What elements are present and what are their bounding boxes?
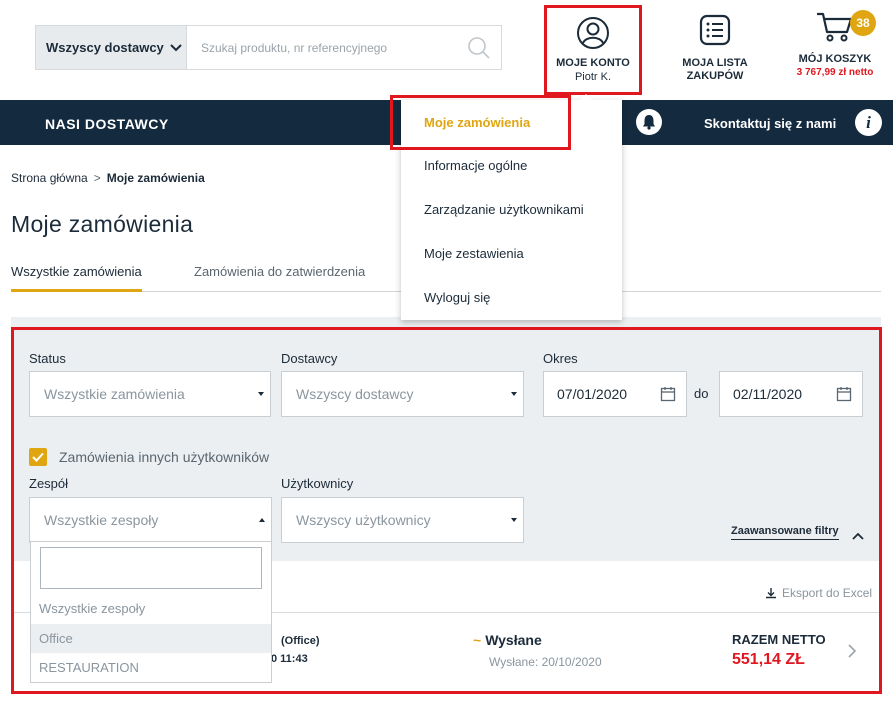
shopping-list-label-2: ZAKUPÓW <box>686 70 744 82</box>
team-option-all[interactable]: Wszystkie zespoły <box>31 594 271 623</box>
menu-item-logout[interactable]: Wyloguj się <box>424 290 490 305</box>
calendar-icon[interactable] <box>836 386 852 405</box>
supplier-select[interactable]: Wszyscy dostawcy <box>35 25 187 70</box>
status-wave-icon: ~ <box>473 632 482 648</box>
status-select[interactable]: Wszystkie zamówienia <box>29 371 271 417</box>
my-account-button[interactable]: MOJE KONTO Piotr K. <box>544 5 642 95</box>
tab-orders-to-approve[interactable]: Zamówienia do zatwierdzenia <box>194 264 365 292</box>
highlight-frame-my-orders <box>390 95 571 150</box>
cart-total: 3 767,99 zł netto <box>796 67 874 78</box>
breadcrumb-home[interactable]: Strona główna <box>11 171 88 185</box>
shopping-list-button[interactable]: MOJA LISTA ZAKUPÓW <box>672 14 758 83</box>
date-to-field[interactable]: 02/11/2020 <box>719 371 863 417</box>
calendar-icon[interactable] <box>660 386 676 405</box>
order-time: 0 11:43 <box>271 653 308 665</box>
shopping-list-label-1: MOJA LISTA <box>682 57 748 69</box>
team-search-input[interactable] <box>40 547 262 589</box>
export-excel-label: Eksport do Excel <box>782 586 873 600</box>
caret-down-icon <box>258 392 264 396</box>
team-dropdown-list: Wszystkie zespoły Office RESTAURATION <box>30 541 272 683</box>
breadcrumb-separator: > <box>93 171 101 185</box>
menu-item-my-reports[interactable]: Moje zestawienia <box>424 246 524 261</box>
suppliers-label: Dostawcy <box>281 351 338 366</box>
caret-up-icon <box>259 518 265 522</box>
menu-item-general-info[interactable]: Informacje ogólne <box>424 158 527 173</box>
users-select[interactable]: Wszyscy użytkownicy <box>281 497 524 543</box>
breadcrumb: Strona główna > Moje zamówienia <box>11 171 205 185</box>
team-label: Zespół <box>29 476 69 491</box>
order-status: ~ Wysłane <box>473 632 542 648</box>
search-input[interactable] <box>201 40 451 55</box>
order-total-label: RAZEM NETTO <box>732 632 826 647</box>
bell-icon[interactable] <box>636 109 662 135</box>
suppliers-select-value: Wszyscy dostawcy <box>296 386 414 402</box>
cart-icon <box>815 12 855 45</box>
order-status-text: Wysłane <box>485 632 542 648</box>
chevron-down-icon <box>170 40 182 55</box>
cart-count-badge: 38 <box>850 10 876 36</box>
chevron-right-icon[interactable] <box>848 644 857 663</box>
list-icon <box>699 14 731 49</box>
suppliers-select[interactable]: Wszyscy dostawcy <box>281 371 524 417</box>
tab-all-orders[interactable]: Wszystkie zamówienia <box>11 264 142 292</box>
date-to-value: 02/11/2020 <box>733 386 803 402</box>
nav-contact-link[interactable]: Skontaktuj się z nami <box>704 116 836 131</box>
chevron-up-icon[interactable] <box>852 527 864 545</box>
date-from-field[interactable]: 07/01/2020 <box>543 371 687 417</box>
menu-item-user-management[interactable]: Zarządzanie użytkownikami <box>424 202 584 217</box>
supplier-select-label: Wszyscy dostawcy <box>46 40 164 55</box>
order-sent-date: Wysłane: 20/10/2020 <box>489 655 602 669</box>
users-label: Użytkownicy <box>281 476 354 491</box>
info-icon[interactable]: i <box>855 109 882 136</box>
team-select-value: Wszystkie zespoły <box>44 512 159 528</box>
team-select[interactable]: Wszystkie zespoły <box>29 497 272 543</box>
caret-down-icon <box>511 518 517 522</box>
users-select-value: Wszyscy użytkownicy <box>296 512 431 528</box>
order-team: (Office) <box>281 635 320 647</box>
team-option-restauration[interactable]: RESTAURATION <box>31 653 271 682</box>
search-icon[interactable] <box>467 36 491 63</box>
check-icon <box>32 452 44 462</box>
status-select-value: Wszystkie zamówienia <box>44 386 185 402</box>
caret-down-icon <box>511 392 517 396</box>
download-icon <box>766 588 776 599</box>
team-option-office[interactable]: Office <box>31 624 271 653</box>
date-from-value: 07/01/2020 <box>557 386 628 402</box>
status-label: Status <box>29 351 66 366</box>
other-users-checkbox[interactable] <box>29 448 47 466</box>
my-account-label: MOJE KONTO <box>556 57 630 69</box>
breadcrumb-current: Moje zamówienia <box>106 171 205 185</box>
other-users-checkbox-label: Zamówienia innych użytkowników <box>59 449 270 465</box>
period-label: Okres <box>543 351 578 366</box>
account-user-name: Piotr K. <box>574 71 612 83</box>
export-excel-button[interactable]: Eksport do Excel <box>765 586 872 600</box>
advanced-filters-toggle[interactable]: Zaawansowane filtry <box>731 525 839 540</box>
page-title: Moje zamówienia <box>11 211 194 237</box>
nav-suppliers-link[interactable]: NASI DOSTAWCY <box>45 116 169 132</box>
user-icon <box>576 17 610 53</box>
order-total-value: 551,14 ZŁ <box>732 651 805 668</box>
dropdown-caret <box>579 94 593 101</box>
page: Wszyscy dostawcy MOJE KONTO Piotr K. MOJ… <box>0 0 893 702</box>
date-range-separator: do <box>694 386 709 401</box>
cart-label: MÓJ KOSZYK <box>798 53 872 65</box>
search-box <box>187 25 502 70</box>
